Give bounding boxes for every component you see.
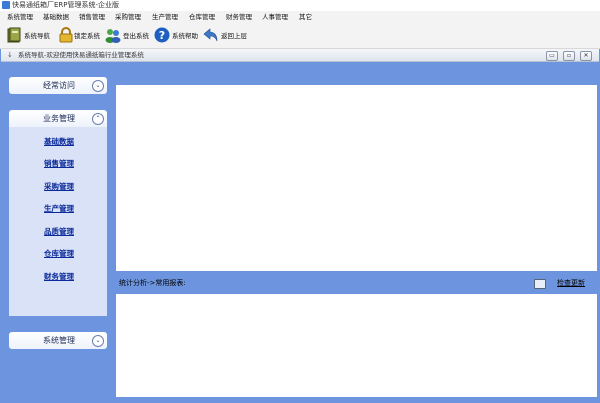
pin-icon[interactable]: ↓ [7,51,13,59]
chevron-up-icon[interactable]: ⌃ [92,113,104,125]
content-report-area [116,294,597,397]
panel-frequent-header[interactable]: 经常访问 ⌄ [9,77,107,94]
lock-icon [59,27,73,43]
minimize-button[interactable]: ▭ [546,51,558,61]
close-button[interactable]: ✕ [580,51,592,61]
menu-item-finance[interactable]: 财务管理 [226,13,252,22]
inner-window-title-bar: ↓ 系统导航-欢迎使用快易通纸箱行业管理系统 ▭ ▫ ✕ [1,49,599,62]
menu-bar: 系统管理 基础数据 销售管理 采购管理 生产管理 仓库管理 财务管理 人事管理 … [0,11,600,24]
window-title-bar: 快易通纸箱厂ERP管理系统-企业版 [0,0,600,11]
stats-report-bar: 统计分析->常用报表: 检查更新 [116,272,597,294]
panel-business-body: 基础数据 销售管理 采购管理 生产管理 品质管理 仓库管理 财务管理 [9,127,107,316]
chevron-down-icon[interactable]: ⌄ [92,335,104,347]
panel-business-header[interactable]: 业务管理 ⌃ [9,110,107,127]
toolbar-lock-label: 锁定系统 [74,32,100,40]
toolbar-help-label: 系统帮助 [172,32,198,40]
sidebar-link-basic-data[interactable]: 基础数据 [44,137,74,147]
sidebar-link-purchase[interactable]: 采购管理 [44,182,74,192]
menu-item-hr[interactable]: 人事管理 [262,13,288,22]
toolbar-lock-button[interactable]: 锁定系统 [56,24,104,48]
svg-text:?: ? [159,29,165,42]
sidebar-link-production[interactable]: 生产管理 [44,204,74,214]
check-update-link[interactable]: 检查更新 [557,279,585,288]
toolbar-logout-label: 登出系统 [123,32,149,40]
menu-item-purchase[interactable]: 采购管理 [115,13,141,22]
menu-item-other[interactable]: 其它 [299,13,312,22]
restore-button[interactable]: ▫ [563,51,575,61]
menu-item-production[interactable]: 生产管理 [152,13,178,22]
inner-window-title: 系统导航-欢迎使用快易通纸箱行业管理系统 [18,51,144,59]
sidebar-link-sales[interactable]: 销售管理 [44,159,74,169]
back-arrow-icon [203,28,218,42]
toolbar: 系统导航 锁定系统 登出系统 ? 系统帮助 返回上层 [0,24,600,49]
window-title: 快易通纸箱厂ERP管理系统-企业版 [12,1,120,9]
stats-report-label: 统计分析->常用报表: [119,279,186,287]
book-icon [7,27,21,43]
toolbar-navigation-label: 系统导航 [24,32,50,40]
toolbar-back-button[interactable]: 返回上层 [202,24,254,48]
users-icon [105,29,121,43]
sidebar-link-finance[interactable]: 财务管理 [44,272,74,282]
panel-system-header[interactable]: 系统管理 ⌄ [9,332,107,349]
chevron-down-icon[interactable]: ⌄ [92,80,104,92]
menu-item-warehouse[interactable]: 仓库管理 [189,13,215,22]
toolbar-navigation-button[interactable]: 系统导航 [2,24,52,48]
update-icon[interactable] [534,279,546,289]
toolbar-logout-button[interactable]: 登出系统 [104,24,154,48]
toolbar-help-button[interactable]: ? 系统帮助 [153,24,203,48]
help-icon: ? [154,27,170,43]
menu-item-basic-data[interactable]: 基础数据 [43,13,69,22]
menu-item-sales[interactable]: 销售管理 [79,13,105,22]
sidebar-link-warehouse[interactable]: 仓库管理 [44,249,74,259]
menu-item-system[interactable]: 系统管理 [7,13,33,22]
toolbar-back-label: 返回上层 [221,32,247,40]
sidebar-link-quality[interactable]: 品质管理 [44,227,74,237]
app-icon [2,1,10,9]
content-main-area [116,85,597,271]
